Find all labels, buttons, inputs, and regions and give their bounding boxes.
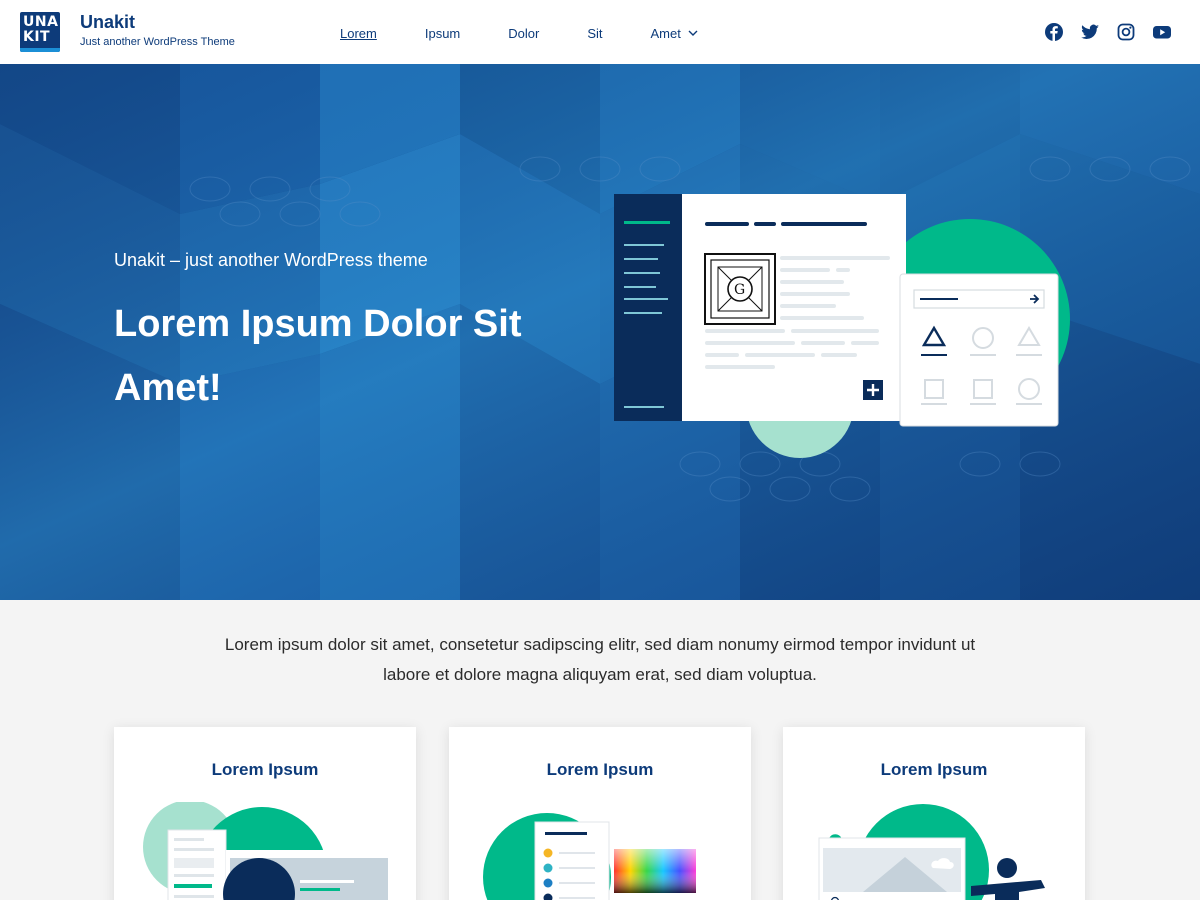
logo-stripe [20, 48, 60, 52]
svg-text:G: G [734, 282, 745, 298]
nav-item-lorem[interactable]: Lorem [340, 24, 377, 42]
feature-card-1[interactable]: Lorem Ipsum [114, 727, 416, 900]
colors-illustration [483, 813, 699, 900]
nav-item-ipsum[interactable]: Ipsum [425, 24, 460, 42]
card-title: Lorem Ipsum [546, 760, 654, 779]
layout-illustration [143, 802, 390, 900]
site-tagline: Just another WordPress Theme [80, 36, 235, 48]
hero-banner: Unakit – just another WordPress theme Lo… [0, 64, 1200, 600]
nav-item-sit[interactable]: Sit [587, 24, 602, 42]
social-links [1028, 22, 1172, 42]
twitter-icon[interactable] [1080, 22, 1100, 42]
chevron-down-icon [688, 30, 698, 36]
editor-illustration: G [614, 194, 1070, 458]
logo-text: UNA KIT [23, 14, 59, 45]
nav-item-dolor[interactable]: Dolor [508, 24, 539, 42]
main-nav: Lorem Ipsum Dolor Sit Amet [340, 24, 747, 42]
instagram-icon[interactable] [1116, 22, 1136, 42]
feature-card-3[interactable]: Lorem Ipsum [783, 727, 1085, 900]
media-illustration [818, 804, 1045, 900]
facebook-icon[interactable] [1044, 22, 1064, 42]
feature-card-2[interactable]: Lorem Ipsum [449, 727, 751, 900]
youtube-icon[interactable] [1152, 22, 1172, 42]
card-title: Lorem Ipsum [880, 760, 988, 779]
card-title: Lorem Ipsum [211, 760, 319, 779]
hero-title: Lorem Ipsum Dolor Sit Amet! [114, 303, 522, 409]
site-title[interactable]: Unakit [80, 12, 135, 33]
intro-text: Lorem ipsum dolor sit amet, consetetur s… [224, 635, 976, 684]
site-logo[interactable]: UNA KIT [20, 12, 60, 52]
site-header: UNA KIT Unakit Just another WordPress Th… [0, 0, 1200, 64]
hero-subtitle: Unakit – just another WordPress theme [114, 250, 428, 270]
nav-item-amet[interactable]: Amet [651, 24, 699, 42]
